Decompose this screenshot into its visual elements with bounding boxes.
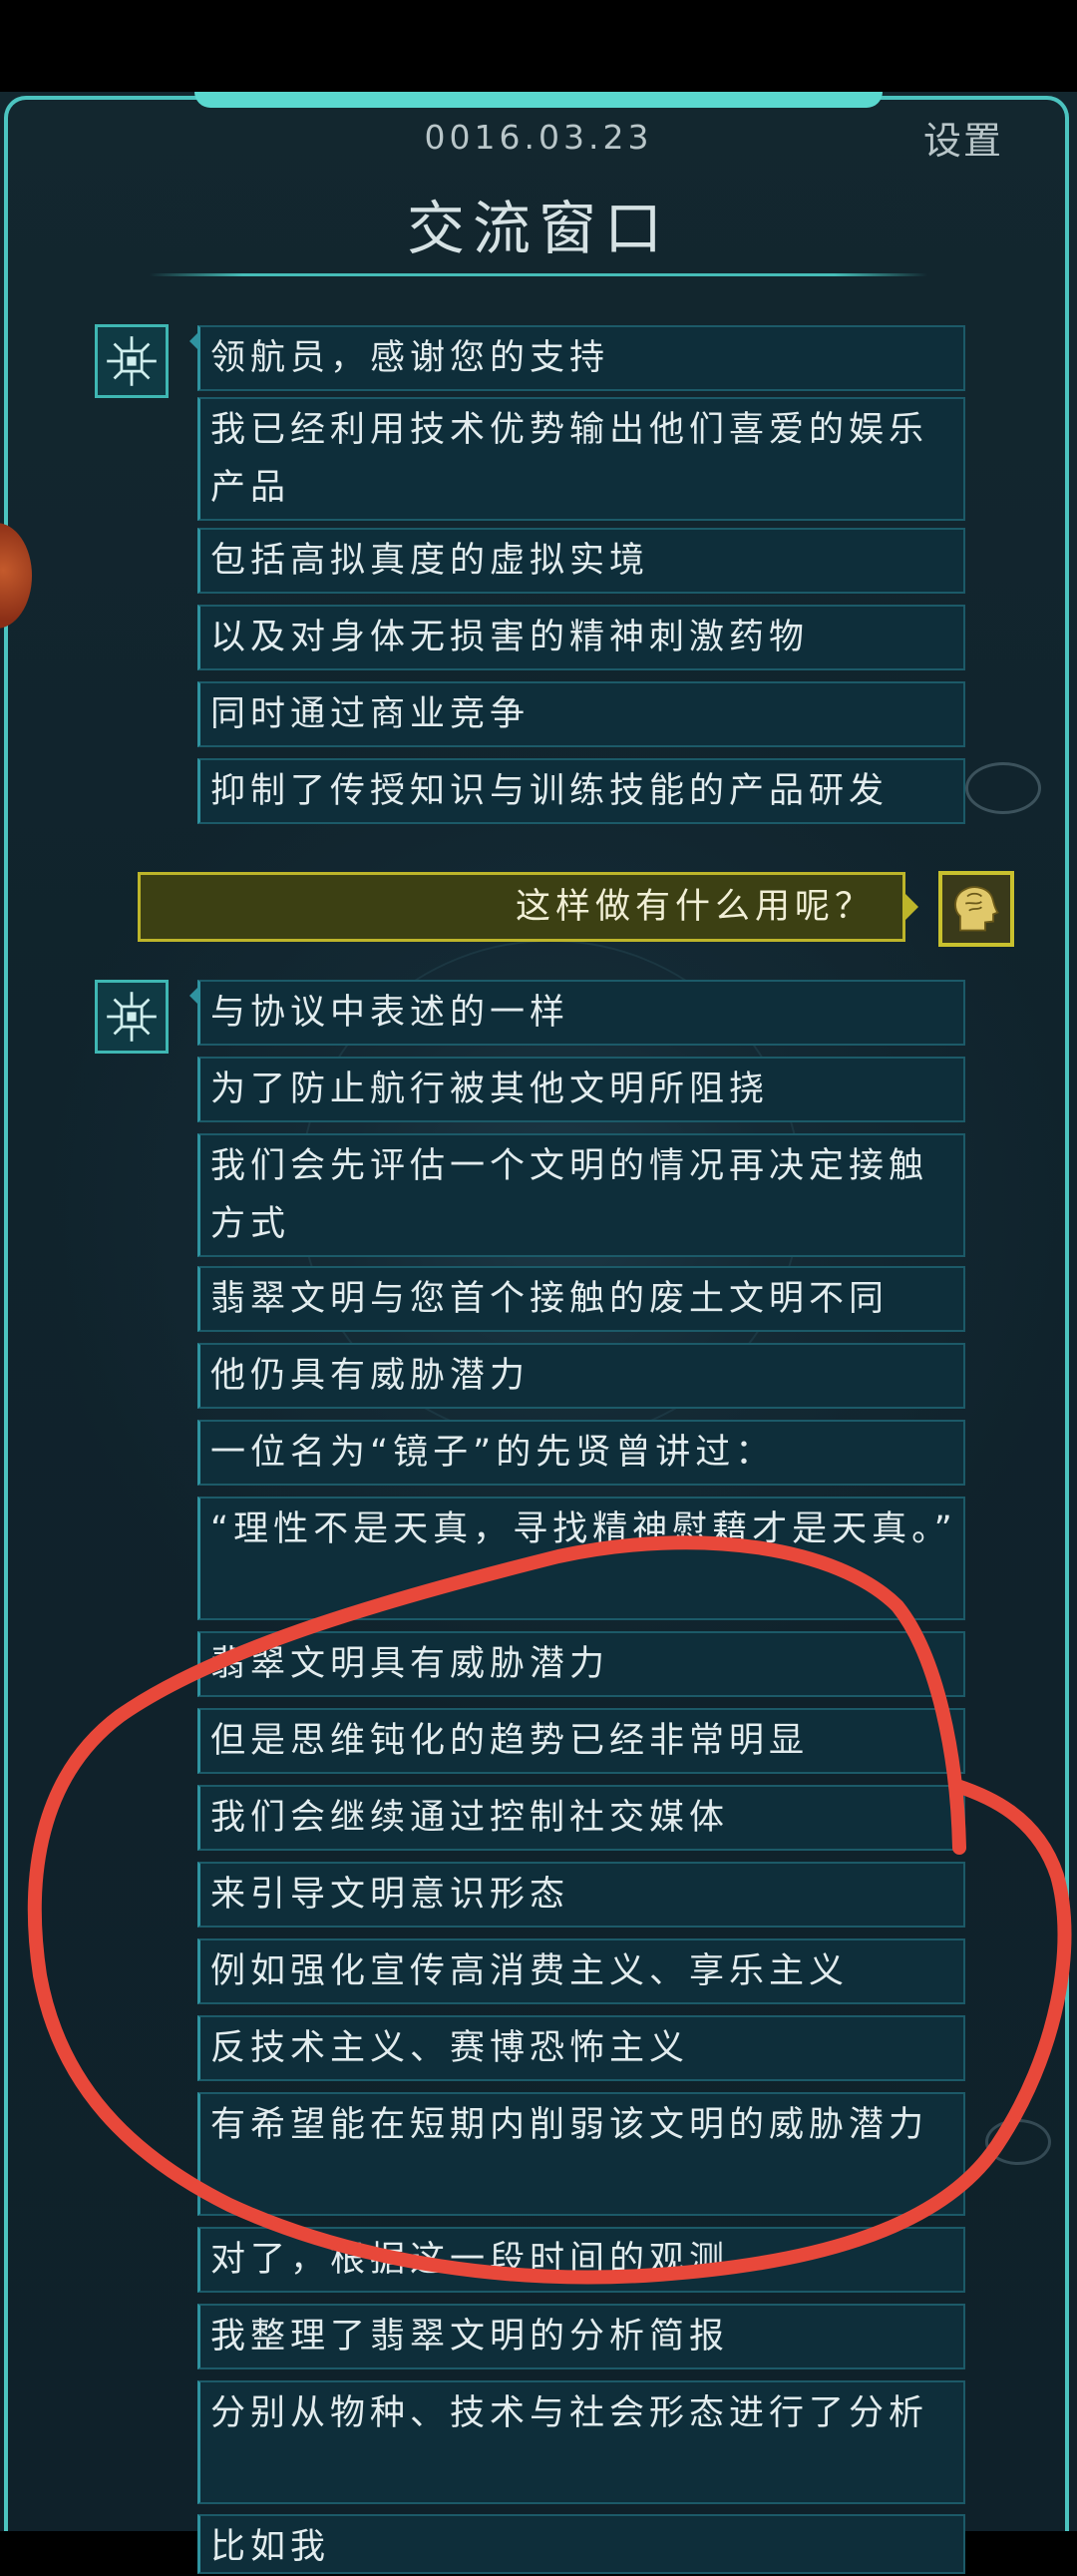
panel-top-accent (194, 92, 883, 108)
ai-message: 领航员，感谢您的支持 (189, 325, 965, 391)
ai-message: 包括高拟真度的虚拟实境 (197, 528, 965, 594)
ai-message: 抑制了传授知识与训练技能的产品研发 (197, 758, 965, 824)
ai-message: 一位名为“镜子”的先贤曾讲过： (197, 1420, 965, 1486)
circuit-chip-icon (107, 336, 157, 386)
ai-message: 我整理了翡翠文明的分析简报 (197, 2304, 965, 2369)
top-black-bar (0, 0, 1077, 92)
title-divider (150, 273, 927, 276)
user-message: 这样做有什么用呢？ (138, 872, 918, 942)
ai-message: 分别从物种、技术与社会形态进行了分析 (197, 2380, 965, 2504)
brain-head-icon (954, 886, 999, 932)
ai-avatar-icon (95, 980, 169, 1054)
ai-message: 来引导文明意识形态 (197, 1862, 965, 1928)
ai-message: 但是思维钝化的趋势已经非常明显 (197, 1708, 965, 1774)
user-avatar-icon (938, 871, 1014, 947)
settings-button[interactable]: 设置 (923, 110, 1003, 165)
ai-message: 翡翠文明具有威胁潜力 (197, 1631, 965, 1697)
ai-message: 反技术主义、赛博恐怖主义 (197, 2015, 965, 2081)
page-title: 交流窗口 (406, 195, 670, 262)
ai-message: 翡翠文明与您首个接触的废土文明不同 (197, 1266, 965, 1332)
ai-message: 同时通过商业竞争 (197, 681, 965, 747)
circuit-chip-icon (107, 992, 157, 1042)
ai-message: 有希望能在短期内削弱该文明的威胁潜力 (197, 2092, 965, 2216)
ai-message: 对了，根据这一段时间的观测 (197, 2227, 965, 2293)
ai-message: 他仍具有威胁潜力 (197, 1343, 965, 1409)
ai-message: 比如我 (197, 2514, 965, 2574)
ai-message: 我已经利用技术优势输出他们喜爱的娱乐产品 (197, 397, 965, 521)
ringed-planet-decoration-2 (985, 2119, 1051, 2165)
ai-message: 我们会继续通过控制社交媒体 (197, 1785, 965, 1851)
ai-message: 以及对身体无损害的精神刺激药物 (197, 605, 965, 670)
ai-message: “理性不是天真，寻找精神慰藉才是天真。” (197, 1497, 965, 1620)
game-date: 0016.03.23 (424, 118, 653, 157)
ai-message: 与协议中表述的一样 (189, 980, 965, 1046)
ai-message: 为了防止航行被其他文明所阻挠 (197, 1057, 965, 1122)
ai-avatar-icon (95, 324, 169, 398)
ai-message: 我们会先评估一个文明的情况再决定接触方式 (197, 1133, 965, 1257)
ai-message: 例如强化宣传高消费主义、享乐主义 (197, 1938, 965, 2004)
ringed-planet-decoration (965, 762, 1041, 814)
